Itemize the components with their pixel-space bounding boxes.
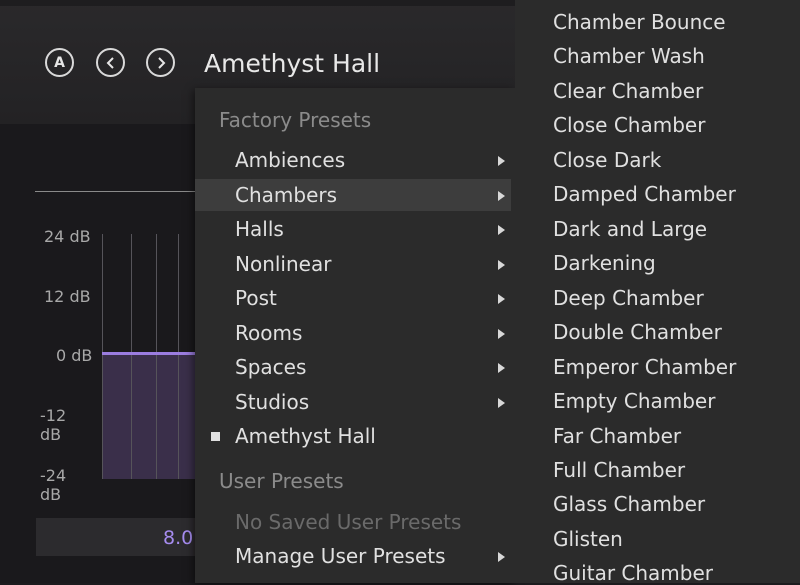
menu-item-label: Ambiences	[235, 148, 346, 172]
submenu-arrow-icon	[498, 398, 505, 408]
menu-item-label: Post	[235, 286, 277, 310]
menu-item-label: No Saved User Presets	[235, 510, 462, 534]
submenu-arrow-icon	[498, 260, 505, 270]
submenu-item[interactable]: Empty Chamber	[553, 389, 715, 413]
menu-item-halls[interactable]: Halls	[195, 213, 511, 245]
menu-item-nonlinear[interactable]: Nonlinear	[195, 248, 511, 280]
grid-line	[102, 234, 103, 479]
grid-line	[156, 234, 157, 479]
submenu-item[interactable]: Glisten	[553, 527, 623, 551]
selected-marker-icon	[211, 432, 220, 441]
submenu-item[interactable]: Full Chamber	[553, 458, 685, 482]
factory-presets-heading: Factory Presets	[219, 108, 372, 132]
menu-item-post[interactable]: Post	[195, 282, 511, 314]
menu-item-chambers[interactable]: Chambers	[195, 179, 511, 211]
db-label-24: 24 dB	[44, 227, 91, 246]
menu-item-label: Amethyst Hall	[235, 424, 376, 448]
submenu-item[interactable]: Close Dark	[553, 148, 661, 172]
db-label-minus-24: -24 dB	[40, 466, 67, 504]
grid-line	[131, 234, 132, 479]
submenu-item[interactable]: Double Chamber	[553, 320, 722, 344]
submenu-arrow-icon	[498, 552, 505, 562]
submenu-arrow-icon	[498, 191, 505, 201]
menu-item-label: Chambers	[235, 183, 338, 207]
menu-item-label: Studios	[235, 390, 310, 414]
top-strip	[0, 0, 515, 6]
menu-item-studios[interactable]: Studios	[195, 386, 511, 418]
grid-line	[178, 234, 179, 479]
menu-item-spaces[interactable]: Spaces	[195, 351, 511, 383]
submenu-arrow-icon	[498, 294, 505, 304]
chambers-submenu: Chamber Bounce Chamber Wash Clear Chambe…	[515, 0, 800, 585]
submenu-item[interactable]: Chamber Bounce	[553, 10, 726, 34]
menu-item-no-user-presets: No Saved User Presets	[195, 506, 511, 538]
preset-menu: Factory Presets Ambiences Chambers Halls…	[195, 88, 515, 583]
submenu-item[interactable]: Far Chamber	[553, 424, 681, 448]
ab-button-label: A	[54, 54, 65, 71]
submenu-arrow-icon	[498, 329, 505, 339]
menu-item-label: Rooms	[235, 321, 303, 345]
db-label-minus-12: -12 dB	[40, 406, 67, 444]
divider	[35, 191, 205, 192]
menu-item-manage-user-presets[interactable]: Manage User Presets	[195, 540, 511, 572]
submenu-item[interactable]: Darkening	[553, 251, 656, 275]
user-presets-heading: User Presets	[219, 469, 344, 493]
db-label-12: 12 dB	[44, 287, 91, 306]
chevron-left-icon	[106, 56, 114, 69]
submenu-item[interactable]: Glass Chamber	[553, 492, 705, 516]
menu-item-amethyst-hall[interactable]: Amethyst Hall	[195, 420, 511, 452]
submenu-item[interactable]: Close Chamber	[553, 113, 705, 137]
menu-item-label: Spaces	[235, 355, 307, 379]
submenu-item[interactable]: Chamber Wash	[553, 44, 705, 68]
next-preset-button[interactable]	[146, 48, 175, 77]
preset-name-button[interactable]: Amethyst Hall	[204, 48, 380, 80]
ab-compare-button[interactable]: A	[45, 48, 74, 77]
db-label-0: 0 dB	[56, 346, 93, 365]
submenu-item[interactable]: Guitar Chamber	[553, 561, 713, 585]
menu-item-label: Manage User Presets	[235, 544, 446, 568]
submenu-arrow-icon	[498, 225, 505, 235]
menu-item-ambiences[interactable]: Ambiences	[195, 144, 511, 176]
eq-response-curve[interactable]	[102, 352, 202, 355]
submenu-arrow-icon	[498, 156, 505, 166]
submenu-arrow-icon	[498, 363, 505, 373]
submenu-item[interactable]: Dark and Large	[553, 217, 707, 241]
chevron-right-icon	[157, 56, 165, 69]
eq-response-fill	[102, 353, 202, 479]
menu-item-rooms[interactable]: Rooms	[195, 317, 511, 349]
submenu-item[interactable]: Emperor Chamber	[553, 355, 736, 379]
submenu-item[interactable]: Deep Chamber	[553, 286, 704, 310]
menu-item-label: Nonlinear	[235, 252, 332, 276]
value-readout: 8.0	[163, 527, 194, 549]
previous-preset-button[interactable]	[96, 48, 125, 77]
menu-item-label: Halls	[235, 217, 284, 241]
submenu-item[interactable]: Clear Chamber	[553, 79, 703, 103]
submenu-item[interactable]: Damped Chamber	[553, 182, 736, 206]
